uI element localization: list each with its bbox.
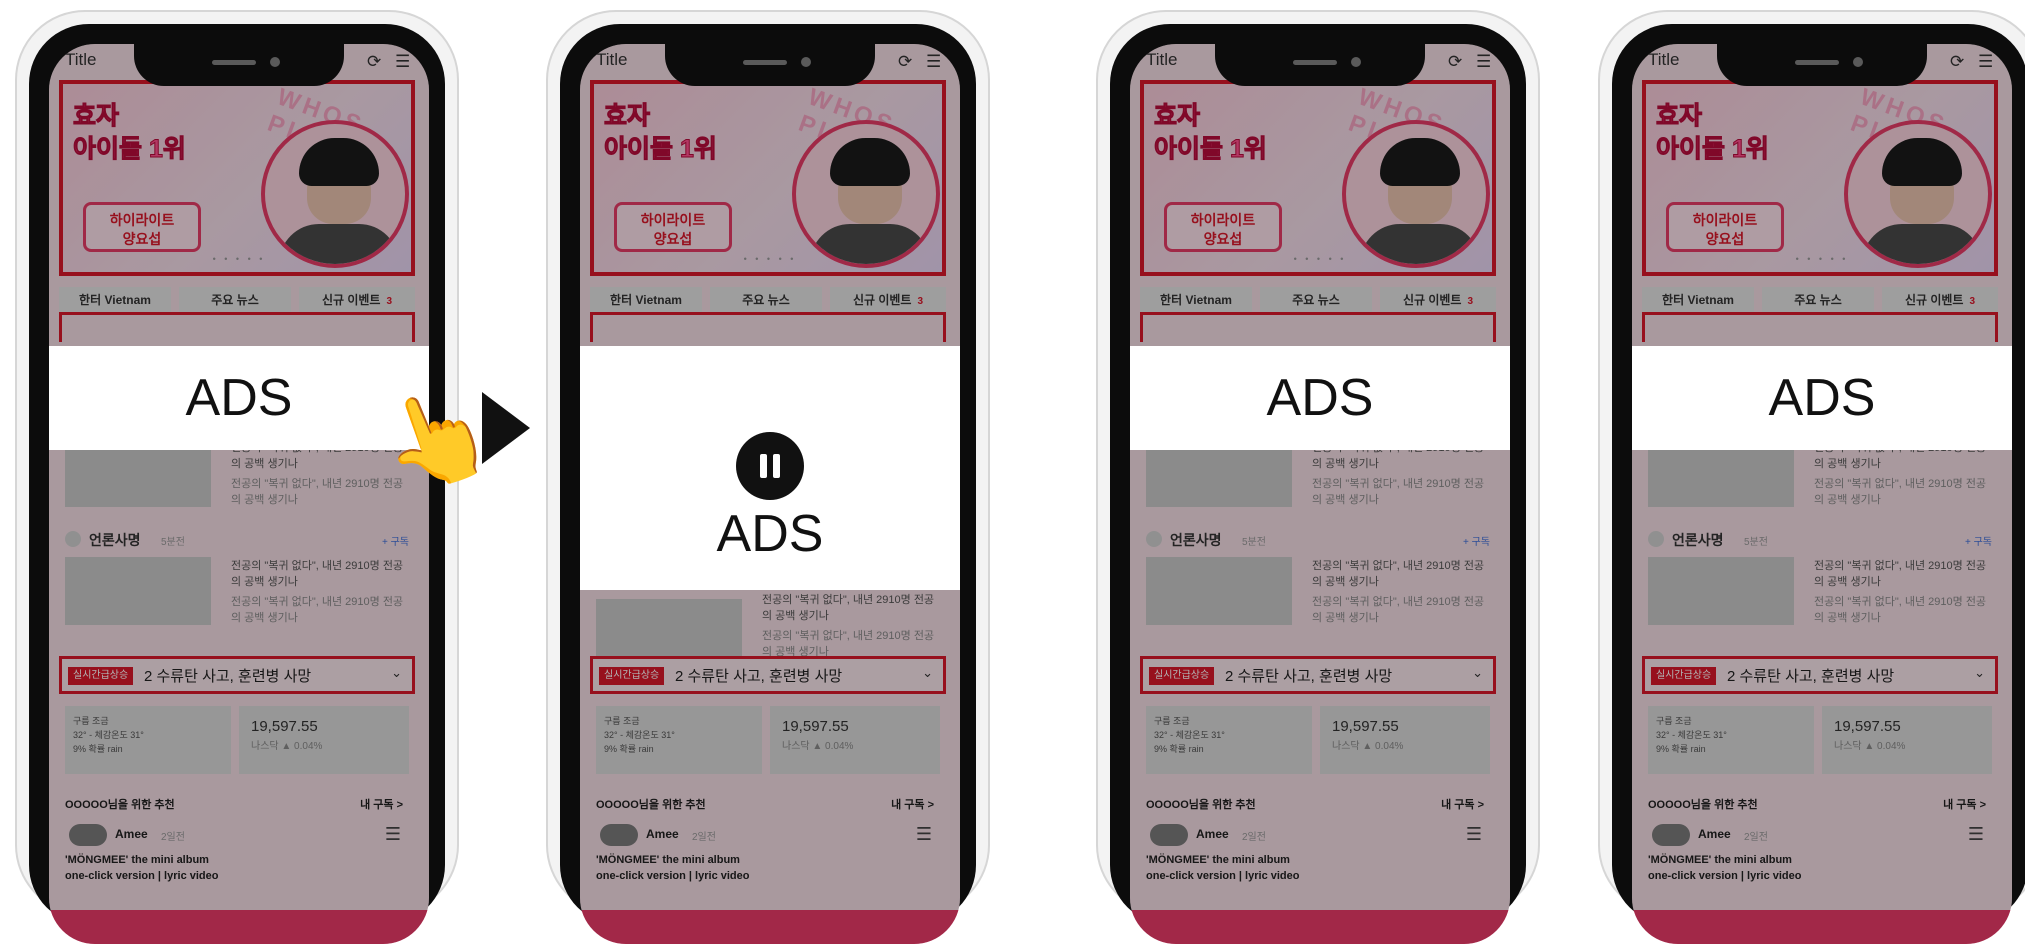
phone-notch bbox=[1717, 44, 1927, 86]
phone-screen-3: Title ⟳ ☰ 효자 아이돌 1위 WHOS PICK 하이라이트 양요섭 … bbox=[1130, 44, 1510, 944]
dim-overlay bbox=[1632, 44, 2012, 944]
ads-label: ADS bbox=[716, 505, 824, 563]
phone-notch bbox=[134, 44, 344, 86]
phone-frame-3: Title ⟳ ☰ 효자 아이돌 1위 WHOS PICK 하이라이트 양요섭 … bbox=[1096, 10, 1540, 944]
ads-banner-expanded[interactable]: ADS bbox=[580, 346, 960, 590]
ads-label: ADS bbox=[1768, 369, 1876, 427]
ads-label: ADS bbox=[185, 369, 293, 427]
ads-label: ADS bbox=[1266, 369, 1374, 427]
phone-bezel: Title ⟳ ☰ 효자 아이돌 1위 WHOS PICK 하이라이트 양요섭 … bbox=[560, 24, 976, 944]
phone-bezel: Title ⟳ ☰ 효자 아이돌 1위 WHOS PICK 하이라이트 양요섭 … bbox=[29, 24, 445, 944]
phone-frame-2: Title ⟳ ☰ 효자 아이돌 1위 WHOS PICK 하이라이트 양요섭 … bbox=[546, 10, 990, 944]
ads-banner[interactable]: ADS bbox=[1130, 346, 1510, 450]
pause-icon[interactable] bbox=[736, 432, 804, 500]
dim-overlay bbox=[1130, 44, 1510, 944]
ads-banner[interactable]: ADS bbox=[1632, 346, 2012, 450]
ads-banner[interactable]: ADS bbox=[49, 346, 429, 450]
phone-frame-4: Title ⟳ ☰ 효자 아이돌 1위 WHOS PICK 하이라이트 양요섭 … bbox=[1598, 10, 2025, 944]
phone-notch bbox=[1215, 44, 1425, 86]
phone-bezel: Title ⟳ ☰ 효자 아이돌 1위 WHOS PICK 하이라이트 양요섭 … bbox=[1110, 24, 1526, 944]
phone-bezel: Title ⟳ ☰ 효자 아이돌 1위 WHOS PICK 하이라이트 양요섭 … bbox=[1612, 24, 2025, 944]
dim-overlay bbox=[49, 44, 429, 944]
phone-screen-2: Title ⟳ ☰ 효자 아이돌 1위 WHOS PICK 하이라이트 양요섭 … bbox=[580, 44, 960, 944]
phone-notch bbox=[665, 44, 875, 86]
phone-screen-4: Title ⟳ ☰ 효자 아이돌 1위 WHOS PICK 하이라이트 양요섭 … bbox=[1632, 44, 2012, 944]
phone-screen-1: Title ⟳ ☰ 효자 아이돌 1위 WHOS PICK 하이라이트 양요섭 … bbox=[49, 44, 429, 944]
